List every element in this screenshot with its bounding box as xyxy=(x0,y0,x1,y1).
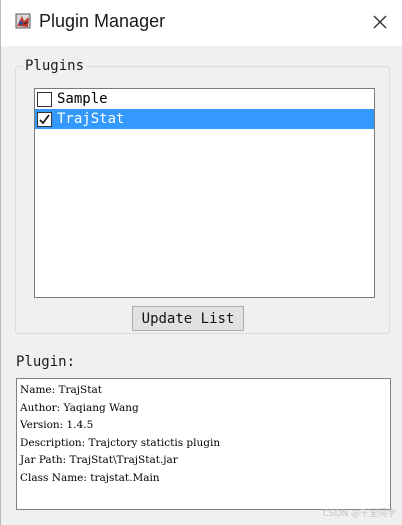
plugin-info-author: Author: Yaqiang Wang xyxy=(20,401,139,414)
update-list-button[interactable]: Update List xyxy=(132,306,244,331)
plugin-info-class-name: Class Name: trajstat.Main xyxy=(20,471,160,484)
plugin-info-jar-path: Jar Path: TrajStat\TrajStat.jar xyxy=(20,454,178,466)
plugin-manager-window: Plugin Manager Plugins Sample TrajStat U… xyxy=(0,0,402,525)
checkmark-icon xyxy=(39,114,50,124)
title-bar: Plugin Manager xyxy=(1,0,402,46)
plugin-checkbox-trajstat[interactable] xyxy=(37,111,52,127)
close-button[interactable] xyxy=(366,9,394,37)
watermark: CSDN @千里同学 xyxy=(322,509,396,519)
plugin-info-version: Version: 1.4.5 xyxy=(20,419,94,431)
plugin-info-label: Plugin: xyxy=(16,354,76,370)
plugin-list-item-trajstat[interactable]: TrajStat xyxy=(35,109,374,129)
plugin-info-textarea[interactable]: Name: TrajStat Author: Yaqiang Wang Vers… xyxy=(16,378,391,510)
app-icon xyxy=(15,13,31,29)
plugin-info-description: Description: Trajctory statictis plugin xyxy=(20,436,221,449)
plugins-group-title: Plugins xyxy=(23,57,87,75)
plugin-info-name: Name: TrajStat xyxy=(20,384,102,396)
plugin-checkbox-sample[interactable] xyxy=(37,91,52,107)
plugin-list-item-sample[interactable]: Sample xyxy=(35,89,374,109)
plugin-item-label: TrajStat xyxy=(57,111,125,127)
plugin-list[interactable]: Sample TrajStat xyxy=(34,88,375,298)
close-icon xyxy=(373,14,387,33)
plugin-item-label: Sample xyxy=(57,91,108,107)
window-title: Plugin Manager xyxy=(39,11,166,31)
